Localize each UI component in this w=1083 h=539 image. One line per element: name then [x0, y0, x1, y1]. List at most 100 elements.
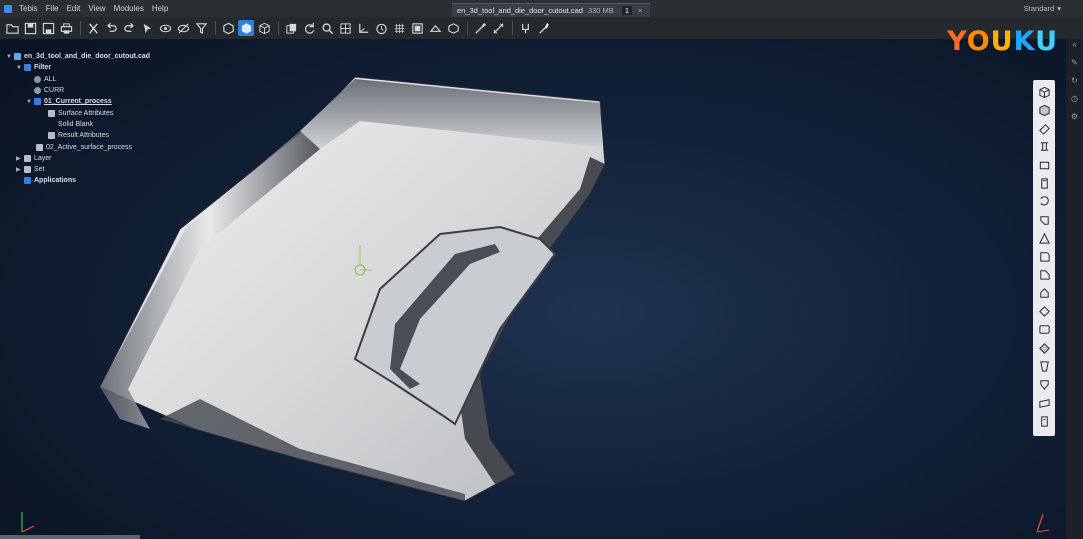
- rectangle-icon[interactable]: [1036, 157, 1052, 173]
- tree-item-all[interactable]: ALL: [6, 74, 150, 85]
- tree-item-set[interactable]: ▶ Set: [6, 164, 150, 175]
- hide-icon[interactable]: [175, 20, 191, 36]
- menu-help[interactable]: Help: [148, 4, 172, 13]
- redo-icon[interactable]: [121, 20, 137, 36]
- filter-node-icon: [34, 75, 41, 83]
- tree-item-layer[interactable]: ▶ Layer: [6, 153, 150, 164]
- box-view-icon[interactable]: [445, 20, 461, 36]
- loft-icon[interactable]: [1036, 358, 1052, 374]
- tree-item-solid-blank[interactable]: Solid Blank: [6, 119, 150, 130]
- tools-icon[interactable]: [535, 20, 551, 36]
- menu-view[interactable]: View: [84, 4, 109, 13]
- workspace-selector[interactable]: Standard: [1024, 4, 1061, 13]
- attribute-icon: [48, 132, 55, 140]
- collapse-icon[interactable]: «: [1070, 40, 1079, 49]
- settings-icon[interactable]: ⚙: [1070, 112, 1079, 121]
- refresh-icon[interactable]: ↻: [1070, 76, 1079, 85]
- tree-item-current-process[interactable]: ▼ 01_Current_process: [6, 96, 150, 107]
- axis-triad-icon: [1036, 513, 1050, 533]
- toolbar-separator: [278, 21, 279, 35]
- menu-file[interactable]: File: [42, 4, 63, 13]
- undo-icon[interactable]: [103, 20, 119, 36]
- select-icon[interactable]: [139, 20, 155, 36]
- logo-letter: K: [1013, 26, 1036, 57]
- process-icon: [36, 143, 43, 151]
- tree-item-active-surface-process[interactable]: 02_Active_surface_process: [6, 141, 150, 152]
- grid-icon[interactable]: [391, 20, 407, 36]
- coordinate-system-icon[interactable]: [355, 20, 371, 36]
- toolbar-separator: [467, 21, 468, 35]
- visibility-icon[interactable]: [157, 20, 173, 36]
- menu-tebis[interactable]: Tebis: [15, 4, 42, 13]
- tree-item-label: Surface Attributes: [58, 109, 114, 117]
- tree-root[interactable]: ▼ en_3d_tool_and_die_door_cutout.cad: [6, 51, 150, 62]
- logo-letter: O: [966, 26, 991, 57]
- toolbar-separator: [80, 21, 81, 35]
- sweep-icon[interactable]: [1036, 340, 1052, 356]
- print-icon[interactable]: [58, 20, 74, 36]
- tree-item-label: Result Attributes: [58, 132, 109, 140]
- extrude-icon[interactable]: [1036, 121, 1052, 137]
- tree-item-surface-attributes[interactable]: Surface Attributes: [6, 107, 150, 118]
- tree-root-label: en_3d_tool_and_die_door_cutout.cad: [24, 53, 151, 61]
- fit-icon[interactable]: [337, 20, 353, 36]
- object-tree: ▼ en_3d_tool_and_die_door_cutout.cad ▼ F…: [6, 51, 150, 187]
- expand-arrow-icon[interactable]: ▶: [16, 155, 24, 162]
- face-icon[interactable]: [1036, 304, 1052, 320]
- revolve-icon[interactable]: [1036, 194, 1052, 210]
- view-cube-icon[interactable]: [220, 20, 236, 36]
- expand-arrow-icon[interactable]: ▼: [26, 99, 34, 105]
- tree-item-label: 01_Current_process: [44, 98, 112, 106]
- blend-icon[interactable]: [1036, 230, 1052, 246]
- shaded-view-icon[interactable]: [238, 20, 254, 36]
- refresh-icon[interactable]: [301, 20, 317, 36]
- process-icon: [34, 98, 41, 106]
- offset-icon[interactable]: [1036, 285, 1052, 301]
- tree-filter[interactable]: ▼ Filter: [6, 62, 150, 73]
- plane-icon[interactable]: [1036, 395, 1052, 411]
- logo-letter: Y: [947, 26, 967, 57]
- split-view-icon[interactable]: [427, 20, 443, 36]
- save-as-icon[interactable]: [40, 20, 56, 36]
- 3d-viewport[interactable]: ▼ en_3d_tool_and_die_door_cutout.cad ▼ F…: [0, 39, 1083, 539]
- tree-item-curr[interactable]: CURR: [6, 85, 150, 96]
- draft-icon[interactable]: [1036, 377, 1052, 393]
- menu-edit[interactable]: Edit: [63, 4, 85, 13]
- tree-item-applications[interactable]: Applications: [6, 175, 150, 186]
- chamfer-icon[interactable]: [1036, 267, 1052, 283]
- measure-icon[interactable]: [490, 20, 506, 36]
- box-icon[interactable]: [1036, 84, 1052, 100]
- fillet-icon[interactable]: [1036, 249, 1052, 265]
- profile-icon[interactable]: [1036, 139, 1052, 155]
- cylinder-icon[interactable]: [1036, 175, 1052, 191]
- square-icon[interactable]: [1036, 322, 1052, 338]
- edit-icon[interactable]: ✎: [1070, 58, 1079, 67]
- zoom-icon[interactable]: [319, 20, 335, 36]
- open-file-icon[interactable]: [4, 20, 20, 36]
- cut-icon[interactable]: [85, 20, 101, 36]
- axis-triad-icon: [21, 512, 35, 533]
- copy-icon[interactable]: [283, 20, 299, 36]
- frame-icon[interactable]: [409, 20, 425, 36]
- expand-arrow-icon[interactable]: ▶: [16, 166, 24, 173]
- clock-icon[interactable]: [373, 20, 389, 36]
- document-tab-filename: en_3d_tool_and_die_door_cutout.cad: [457, 6, 583, 15]
- document-tab-close-button[interactable]: ×: [638, 6, 642, 15]
- menu-modules[interactable]: Modules: [110, 4, 148, 13]
- wireframe-view-icon[interactable]: [256, 20, 272, 36]
- save-icon[interactable]: [22, 20, 38, 36]
- cube-icon[interactable]: [1036, 102, 1052, 118]
- pick-icon[interactable]: [472, 20, 488, 36]
- expand-arrow-icon[interactable]: ▼: [16, 65, 24, 71]
- shell-icon[interactable]: [1036, 212, 1052, 228]
- trim-icon[interactable]: [1036, 413, 1052, 429]
- app-logo-icon: [4, 4, 12, 13]
- filter-icon[interactable]: [193, 20, 209, 36]
- clock-icon[interactable]: ◷: [1070, 94, 1079, 103]
- paint-icon[interactable]: [517, 20, 533, 36]
- part-model[interactable]: [0, 39, 1083, 539]
- tree-item-result-attributes[interactable]: Result Attributes: [6, 130, 150, 141]
- expand-arrow-icon[interactable]: ▼: [6, 54, 14, 60]
- document-tab-badge: 1: [621, 6, 632, 15]
- document-tab[interactable]: en_3d_tool_and_die_door_cutout.cad 330 M…: [452, 3, 650, 17]
